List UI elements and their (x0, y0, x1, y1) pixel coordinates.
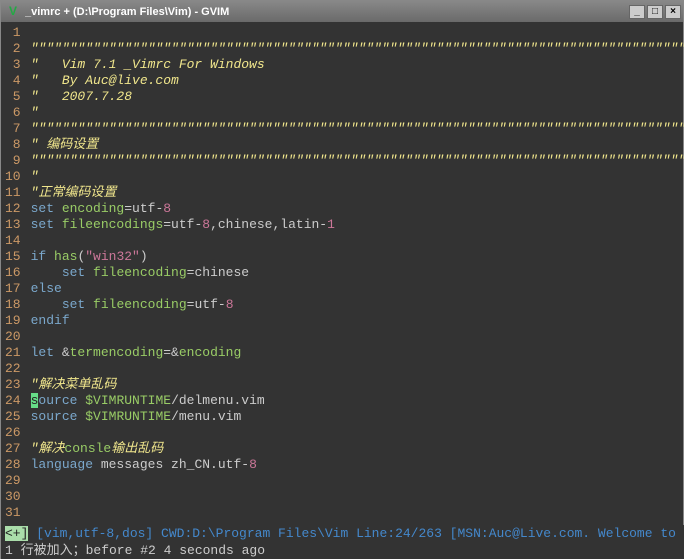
line-number: 28 (5, 457, 21, 473)
line-number: 10 (5, 169, 21, 185)
code-line[interactable]: " (31, 169, 684, 185)
code-line[interactable]: """"""""""""""""""""""""""""""""""""""""… (31, 41, 684, 57)
code-line[interactable]: set fileencoding=chinese (31, 265, 684, 281)
line-number: 4 (5, 73, 21, 89)
status-info: [vim,utf-8,dos] CWD:D:\Program Files\Vim… (36, 526, 684, 541)
line-number: 22 (5, 361, 21, 377)
code-line[interactable] (31, 233, 684, 249)
line-number-gutter: 1234567891011121314151617181920212223242… (1, 23, 27, 524)
code-area[interactable]: """"""""""""""""""""""""""""""""""""""""… (27, 23, 684, 524)
line-number: 8 (5, 137, 21, 153)
code-line[interactable] (31, 25, 684, 41)
code-line[interactable] (31, 361, 684, 377)
line-number: 13 (5, 217, 21, 233)
code-line[interactable] (31, 425, 684, 441)
code-line[interactable]: else (31, 281, 684, 297)
line-number: 31 (5, 505, 21, 521)
maximize-button[interactable]: □ (647, 5, 663, 19)
line-number: 30 (5, 489, 21, 505)
code-line[interactable]: endif (31, 313, 684, 329)
line-number: 25 (5, 409, 21, 425)
line-number: 15 (5, 249, 21, 265)
code-line[interactable]: set fileencoding=utf-8 (31, 297, 684, 313)
window-title: _vimrc + (D:\Program Files\Vim) - GVIM (25, 6, 629, 18)
line-number: 1 (5, 25, 21, 41)
code-line[interactable]: source $VIMRUNTIME/delmenu.vim (31, 393, 684, 409)
line-number: 7 (5, 121, 21, 137)
line-number: 3 (5, 57, 21, 73)
line-number: 29 (5, 473, 21, 489)
line-number: 26 (5, 425, 21, 441)
line-number: 6 (5, 105, 21, 121)
code-line[interactable] (31, 505, 684, 521)
line-number: 12 (5, 201, 21, 217)
line-number: 21 (5, 345, 21, 361)
line-number: 23 (5, 377, 21, 393)
close-button[interactable]: × (665, 5, 681, 19)
code-line[interactable]: set encoding=utf-8 (31, 201, 684, 217)
code-line[interactable]: if has("win32") (31, 249, 684, 265)
code-line[interactable]: " By Auc@live.com (31, 73, 684, 89)
code-line[interactable]: " (31, 105, 684, 121)
footer: <+] [vim,utf-8,dos] CWD:D:\Program Files… (1, 525, 684, 559)
code-line[interactable] (31, 329, 684, 345)
line-number: 17 (5, 281, 21, 297)
line-number: 27 (5, 441, 21, 457)
line-number: 18 (5, 297, 21, 313)
status-line-2: 1 行被加入；before #2 4 seconds ago (1, 542, 684, 559)
line-number: 11 (5, 185, 21, 201)
code-line[interactable]: source $VIMRUNTIME/menu.vim (31, 409, 684, 425)
code-line[interactable]: " 2007.7.28 (31, 89, 684, 105)
app-icon: V (5, 4, 21, 20)
line-number: 2 (5, 41, 21, 57)
code-line[interactable]: " Vim 7.1 _Vimrc For Windows (31, 57, 684, 73)
code-line[interactable]: language messages zh_CN.utf-8 (31, 457, 684, 473)
editor[interactable]: 1234567891011121314151617181920212223242… (1, 23, 683, 524)
line-number: 14 (5, 233, 21, 249)
code-line[interactable] (31, 473, 684, 489)
minimize-button[interactable]: _ (629, 5, 645, 19)
code-line[interactable]: set fileencodings=utf-8,chinese,latin-1 (31, 217, 684, 233)
status-line-1: <+] [vim,utf-8,dos] CWD:D:\Program Files… (1, 525, 684, 542)
line-number: 19 (5, 313, 21, 329)
code-line[interactable]: """"""""""""""""""""""""""""""""""""""""… (31, 153, 684, 169)
code-line[interactable]: "正常编码设置 (31, 185, 684, 201)
line-number: 9 (5, 153, 21, 169)
line-number: 16 (5, 265, 21, 281)
code-line[interactable]: " 编码设置 (31, 137, 684, 153)
titlebar[interactable]: V _vimrc + (D:\Program Files\Vim) - GVIM… (1, 1, 683, 23)
modified-flag: <+] (5, 526, 28, 541)
line-number: 20 (5, 329, 21, 345)
line-number: 24 (5, 393, 21, 409)
code-line[interactable] (31, 489, 684, 505)
code-line[interactable]: "解决consle输出乱码 (31, 441, 684, 457)
code-line[interactable]: let &termencoding=&encoding (31, 345, 684, 361)
code-line[interactable]: """"""""""""""""""""""""""""""""""""""""… (31, 121, 684, 137)
line-number: 5 (5, 89, 21, 105)
window-controls: _ □ × (629, 5, 681, 19)
code-line[interactable]: "解决菜单乱码 (31, 377, 684, 393)
